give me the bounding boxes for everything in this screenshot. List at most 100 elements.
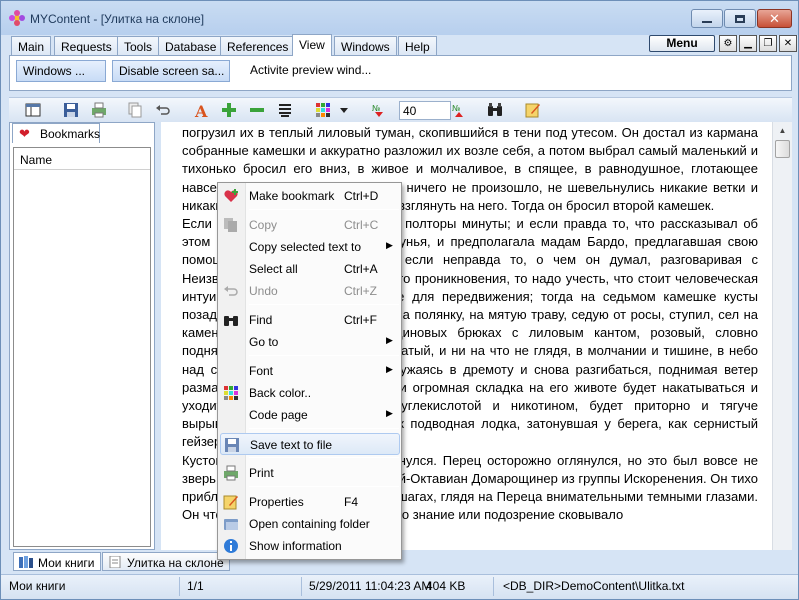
document-icon — [109, 556, 121, 568]
menu-separator — [249, 428, 399, 429]
toolbar: A № 40 № — [9, 97, 792, 122]
tab-database[interactable]: Database — [158, 36, 224, 56]
menu-separator — [249, 486, 399, 487]
doc-restore-button[interactable]: ❐ — [759, 35, 777, 52]
menu-bar: Main Requests Tools Database References … — [9, 34, 797, 56]
maximize-icon — [735, 14, 745, 23]
chevron-down-icon[interactable] — [339, 102, 349, 118]
copy-icon — [224, 218, 237, 232]
status-divider — [301, 577, 302, 596]
status-divider — [179, 577, 180, 596]
number-decrease-icon[interactable]: № — [371, 102, 387, 118]
tab-references[interactable]: References — [220, 36, 296, 56]
scroll-thumb[interactable] — [775, 140, 790, 158]
menu-separator — [249, 355, 399, 356]
context-menu: Make bookmark Ctrl+D Copy Ctrl+C Copy sele… — [217, 182, 402, 560]
restore-icon: ❐ — [763, 38, 773, 49]
menu-item-font[interactable]: Font ▶ — [220, 360, 400, 382]
svg-text:№: № — [452, 104, 461, 113]
menu-item-copy-selected-to[interactable]: Copy selected text to ▶ — [220, 236, 400, 258]
status-page: 1/1 — [187, 579, 204, 593]
menu-item-back-color[interactable]: Back color.. — [220, 382, 400, 404]
copy-icon[interactable] — [127, 102, 143, 118]
panel-toggle-icon[interactable] — [25, 102, 41, 118]
maximize-button[interactable] — [724, 9, 756, 28]
menu-button[interactable]: Menu — [649, 35, 715, 52]
menu-item-properties[interactable]: Properties F4 — [220, 491, 400, 513]
tab-view[interactable]: View — [292, 34, 332, 56]
menu-separator — [249, 457, 399, 458]
color-grid-icon[interactable] — [315, 102, 331, 118]
minimize-icon — [702, 20, 712, 23]
tab-main[interactable]: Main — [11, 36, 52, 56]
binoculars-icon[interactable] — [487, 102, 503, 118]
bookmarks-panel: ❤ Bookmarks Name — [9, 122, 155, 550]
menu-item-code-page[interactable]: Code page ▶ — [220, 404, 400, 426]
menu-item-select-all[interactable]: Select all Ctrl+A — [220, 258, 400, 280]
menu-item-copy[interactable]: Copy Ctrl+C — [220, 214, 400, 236]
tab-my-books[interactable]: Мои книги — [13, 552, 101, 571]
number-increase-icon[interactable]: № — [451, 102, 467, 118]
zoom-input[interactable]: 40 — [399, 101, 451, 120]
menu-item-print[interactable]: Print — [220, 462, 400, 484]
folder-icon — [224, 519, 238, 530]
palette-icon — [224, 386, 238, 400]
menu-item-open-folder[interactable]: Open containing folder — [220, 513, 400, 535]
bookmarks-list[interactable]: Name — [13, 147, 151, 547]
zoom-out-minus-icon[interactable] — [249, 102, 265, 118]
font-icon[interactable]: A — [193, 102, 209, 118]
align-justify-icon[interactable] — [277, 102, 293, 118]
properties-icon — [223, 495, 238, 510]
svg-text:№: № — [372, 104, 381, 113]
scroll-up-arrow-icon[interactable]: ▲ — [774, 123, 791, 139]
undo-icon — [224, 286, 238, 296]
vertical-scrollbar[interactable]: ▲ — [772, 122, 792, 550]
menu-item-show-information[interactable]: Show information — [220, 535, 400, 557]
windows-button[interactable]: Windows ... — [16, 60, 106, 82]
tab-label: Мои книги — [38, 556, 95, 570]
bookmarks-tab-label: Bookmarks — [40, 127, 101, 141]
info-icon — [224, 539, 238, 553]
activate-preview-label[interactable]: Activite preview wind... — [250, 63, 371, 77]
tab-requests[interactable]: Requests — [54, 36, 119, 56]
books-icon — [19, 556, 33, 568]
doc-minimize-button[interactable]: ▁ — [739, 35, 757, 52]
status-path: <DB_DIR>DemoContent\Ulitka.txt — [503, 579, 685, 593]
tab-help[interactable]: Help — [398, 36, 437, 56]
undo-icon[interactable] — [155, 102, 171, 118]
zoom-in-plus-icon[interactable] — [221, 102, 237, 118]
submenu-arrow-icon: ▶ — [386, 240, 393, 250]
close-icon: ✕ — [783, 38, 793, 49]
minimize-button[interactable] — [691, 9, 723, 28]
binoculars-icon — [224, 316, 238, 326]
print-icon[interactable] — [91, 102, 107, 118]
heart-plus-icon — [224, 189, 238, 202]
menu-item-save-text-to-file[interactable]: Save text to file — [220, 433, 400, 455]
menu-item-go-to[interactable]: Go to ▶ — [220, 331, 400, 353]
edit-note-icon[interactable] — [525, 102, 541, 118]
doc-close-button[interactable]: ✕ — [779, 35, 797, 52]
doc-settings-button[interactable]: ⚙ — [719, 35, 737, 52]
submenu-arrow-icon: ▶ — [386, 364, 393, 374]
menu-item-make-bookmark[interactable]: Make bookmark Ctrl+D — [220, 185, 400, 207]
disable-screensaver-button[interactable]: Disable screen sa... — [112, 60, 230, 82]
tab-windows[interactable]: Windows — [334, 36, 397, 56]
status-bar: Мои книги 1/1 5/29/2011 11:04:23 AM 404 … — [1, 574, 798, 599]
save-icon[interactable] — [63, 102, 79, 118]
menu-item-find[interactable]: Find Ctrl+F — [220, 309, 400, 331]
tab-tools[interactable]: Tools — [117, 36, 160, 56]
submenu-arrow-icon: ▶ — [386, 408, 393, 418]
heart-icon: ❤ — [19, 126, 30, 141]
title-bar: MYContent - [Улитка на склоне] ✕ — [1, 1, 798, 35]
tab-ulitka[interactable]: Улитка на склоне — [102, 552, 230, 571]
bookmarks-tab[interactable]: ❤ Bookmarks — [12, 123, 100, 143]
menu-item-undo[interactable]: Undo Ctrl+Z — [220, 280, 400, 302]
print-icon — [224, 465, 238, 481]
app-flower-icon — [9, 10, 25, 26]
gear-icon: ⚙ — [723, 38, 733, 49]
status-divider — [493, 577, 494, 596]
name-column-header[interactable]: Name — [14, 148, 150, 170]
close-button[interactable]: ✕ — [757, 9, 792, 28]
window-title: MYContent - [Улитка на склоне] — [30, 12, 205, 26]
svg-text:A: A — [194, 102, 208, 118]
